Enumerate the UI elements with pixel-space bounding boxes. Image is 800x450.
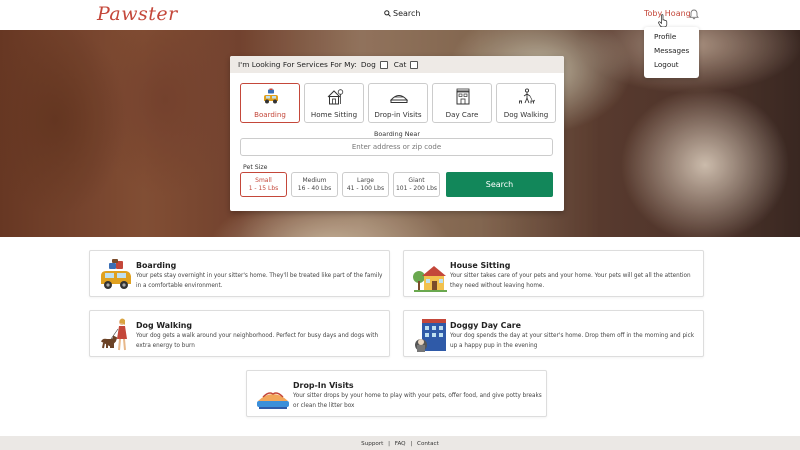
day-care-icon xyxy=(456,88,470,105)
service-option-home-sitting[interactable]: Home Sitting xyxy=(304,83,364,123)
menu-item-logout[interactable]: Logout xyxy=(644,58,699,72)
service-card-boarding[interactable]: Boarding Your pets stay overnight in you… xyxy=(89,250,390,297)
size-name: Medium xyxy=(302,177,327,184)
logo[interactable]: Pawster xyxy=(97,3,178,25)
service-option-label: Home Sitting xyxy=(310,110,358,119)
service-card-doggy-day-care[interactable]: Doggy Day Care Your dog spends the day a… xyxy=(403,310,704,357)
menu-item-messages[interactable]: Messages xyxy=(644,44,699,58)
card-description: Your sitter takes care of your pets and … xyxy=(450,273,691,289)
service-type-options: Boarding Home Sitting Drop-in Visits Day… xyxy=(240,83,556,123)
nav-search-link[interactable]: Search xyxy=(384,9,420,18)
pet-bed-icon xyxy=(390,95,408,103)
service-card-drop-in-visits[interactable]: Drop-In Visits Your sitter drops by your… xyxy=(246,370,547,417)
size-option-small[interactable]: Small 1 - 15 Lbs xyxy=(240,172,287,197)
dog-walker-icon xyxy=(519,88,535,104)
card-description: Your sitter drops by your home to play w… xyxy=(293,393,542,409)
house-tree-icon xyxy=(413,266,447,292)
house-icon xyxy=(327,89,344,105)
footer-link-support[interactable]: Support xyxy=(361,441,383,447)
size-range: 16 - 40 Lbs xyxy=(297,185,332,192)
card-title: Boarding xyxy=(136,261,177,270)
footer-link-contact[interactable]: Contact xyxy=(417,441,439,447)
search-icon xyxy=(384,10,391,17)
size-name: Giant xyxy=(408,177,425,184)
footer-separator: | xyxy=(410,441,413,447)
service-option-label: Dog Walking xyxy=(503,110,549,119)
dog-checkbox[interactable] xyxy=(379,60,388,69)
car-luggage-icon xyxy=(101,259,131,289)
top-nav: Pawster Search Toby Hoang xyxy=(0,0,800,30)
car-icon xyxy=(264,88,278,104)
service-option-label: Day Care xyxy=(445,110,479,119)
size-option-medium[interactable]: Medium 16 - 40 Lbs xyxy=(291,172,338,197)
address-input[interactable] xyxy=(240,138,553,156)
service-option-label: Drop-in Visits xyxy=(374,110,422,119)
service-option-dog-walking[interactable]: Dog Walking xyxy=(496,83,556,123)
service-option-boarding[interactable]: Boarding xyxy=(240,83,300,123)
footer: Support | FAQ | Contact xyxy=(0,436,800,450)
dog-walker-icon xyxy=(101,318,127,351)
pet-size-options: Small 1 - 15 Lbs Medium 16 - 40 Lbs Larg… xyxy=(240,172,440,197)
footer-link-faq[interactable]: FAQ xyxy=(395,441,406,447)
size-range: 1 - 15 Lbs xyxy=(248,185,279,192)
card-title: Dog Walking xyxy=(136,321,193,330)
card-title: House Sitting xyxy=(450,261,511,270)
size-name: Large xyxy=(357,177,374,184)
search-button[interactable]: Search xyxy=(446,172,553,197)
looking-for-label: I'm Looking For Services For My: xyxy=(238,60,357,69)
daycare-building-icon xyxy=(415,319,446,352)
size-name: Small xyxy=(255,177,272,184)
service-card-house-sitting[interactable]: House Sitting Your sitter takes care of … xyxy=(403,250,704,297)
pet-type-selector: I'm Looking For Services For My: Dog Cat xyxy=(230,56,564,73)
menu-item-profile[interactable]: Profile xyxy=(644,30,699,44)
bell-icon[interactable] xyxy=(689,9,699,20)
cat-checkbox[interactable] xyxy=(410,60,419,69)
size-range: 41 - 100 Lbs xyxy=(346,185,385,192)
boarding-near-label: Boarding Near xyxy=(374,130,420,138)
pet-size-label: Pet Size xyxy=(243,164,268,171)
service-option-drop-in-visits[interactable]: Drop-in Visits xyxy=(368,83,428,123)
card-description: Your pets stay overnight in your sitter'… xyxy=(136,273,383,289)
hand-cursor-icon xyxy=(658,14,668,28)
pet-bed-icon xyxy=(257,392,289,409)
card-description: Your dog gets a walk around your neighbo… xyxy=(136,333,379,349)
footer-separator: | xyxy=(388,441,390,447)
pet-cat-label: Cat xyxy=(393,60,407,69)
card-title: Drop-In Visits xyxy=(293,381,354,390)
service-option-day-care[interactable]: Day Care xyxy=(432,83,492,123)
nav-search-label: Search xyxy=(393,9,421,18)
pet-dog-label: Dog xyxy=(360,60,376,69)
user-dropdown-menu: Profile Messages Logout xyxy=(644,27,699,78)
card-description: Your dog spends the day at your sitter's… xyxy=(450,333,695,349)
size-option-giant[interactable]: Giant 101 - 200 Lbs xyxy=(393,172,440,197)
size-option-large[interactable]: Large 41 - 100 Lbs xyxy=(342,172,389,197)
service-option-label: Boarding xyxy=(254,110,286,119)
size-range: 101 - 200 Lbs xyxy=(395,185,438,192)
search-panel: I'm Looking For Services For My: Dog Cat… xyxy=(230,56,564,211)
service-card-dog-walking[interactable]: Dog Walking Your dog gets a walk around … xyxy=(89,310,390,357)
card-title: Doggy Day Care xyxy=(450,321,522,330)
